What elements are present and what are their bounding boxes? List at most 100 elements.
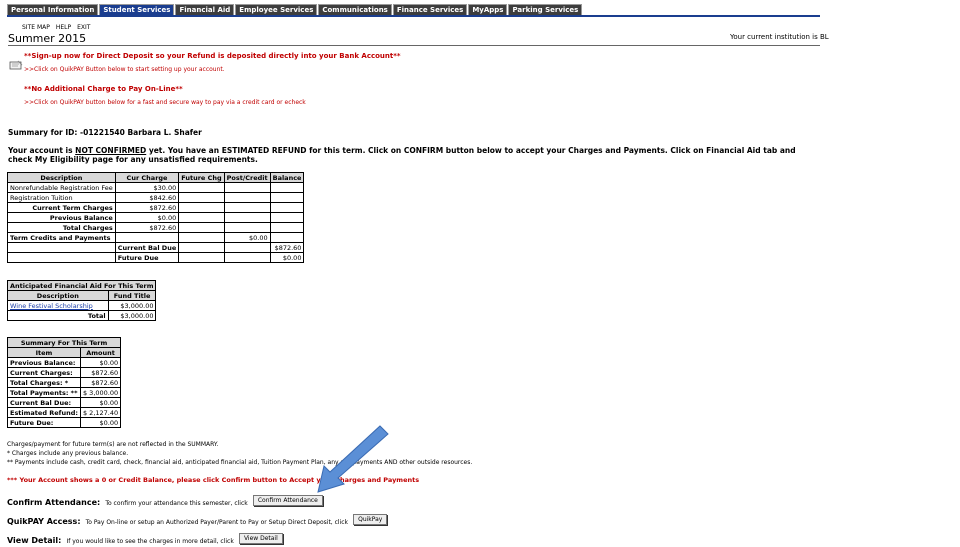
charges-header: Post/Credit — [223, 172, 271, 183]
charges-cell-future — [178, 192, 225, 203]
table-row: Current Term Charges $872.60 — [7, 202, 305, 213]
aid-row-description[interactable]: Wine Festival Scholarship — [7, 300, 109, 311]
charges-header: Future Chg — [178, 172, 225, 183]
summary-amount: $0.00 — [79, 357, 122, 368]
table-row: Registration Tuition $842.60 — [7, 192, 305, 203]
summary-item: Total Payments: ** — [7, 387, 81, 398]
charges-cell-future — [178, 222, 225, 233]
confirm-label: Confirm Attendance: — [7, 498, 101, 507]
exit-link[interactable]: EXIT — [77, 24, 90, 31]
charges-cell-post — [223, 182, 271, 193]
summary-item: Previous Balance: — [7, 357, 81, 368]
summary-amount: $ 3,000.00 — [79, 387, 122, 398]
charges-cell-cur — [114, 232, 180, 243]
table-row: Current Bal Due $872.60 — [7, 242, 305, 253]
charges-cell-post — [223, 252, 271, 263]
charges-cell-bal: $872.60 — [269, 242, 305, 253]
page-title: Summer 2015 — [8, 32, 87, 45]
direct-deposit-sub: >>Click on QuikPAY Button below to start… — [24, 66, 225, 73]
account-status-prefix: Your account is — [8, 146, 76, 155]
charges-cell-bal — [269, 212, 305, 223]
quikpay-label: QuikPAY Access: — [7, 517, 81, 526]
view-detail-row: View Detail: If you would like to see th… — [7, 528, 283, 547]
term-summary-table: Summary For This Term Item Amount Previou… — [6, 337, 122, 428]
table-row: Nonrefundable Registration Fee $30.00 — [7, 182, 305, 193]
financial-aid-title: Anticipated Financial Aid For This Term — [6, 280, 157, 291]
charges-header: Description — [7, 172, 116, 183]
charges-cell-future — [178, 202, 225, 213]
charges-cell-cur: Current Bal Due — [114, 242, 180, 253]
table-row: Total Charges $872.60 — [7, 222, 305, 233]
summary-item: Current Charges: — [7, 367, 81, 378]
charges-cell-desc — [7, 252, 116, 263]
title-divider — [8, 45, 820, 46]
summary-amount: $872.60 — [79, 367, 122, 378]
quikpay-row: QuikPAY Access: To Pay On-line or setup … — [7, 509, 388, 528]
site-map-link[interactable]: SITE MAP — [22, 24, 50, 31]
institution-note: Your current institution is BL — [730, 33, 829, 41]
table-row: Previous Balance $0.00 — [7, 212, 305, 223]
charges-cell-future — [178, 242, 225, 253]
charges-header: Cur Charge — [114, 172, 180, 183]
summary-item: Total Charges: * — [7, 377, 81, 388]
table-row: Previous Balance: $0.00 — [7, 357, 122, 368]
view-detail-desc: If you would like to see the charges in … — [66, 538, 234, 545]
summary-item: Current Bal Due: — [7, 397, 81, 408]
not-confirmed-text: NOT CONFIRMED — [75, 146, 147, 155]
charges-cell-bal — [269, 192, 305, 203]
charges-cell-post — [223, 202, 271, 213]
aid-row-amount: $3,000.00 — [107, 300, 157, 311]
charges-cell-bal: $0.00 — [269, 252, 305, 263]
pay-online-sub: >>Click on QuikPAY button below for a fa… — [24, 99, 306, 106]
table-row: Total Payments: ** $ 3,000.00 — [7, 387, 122, 398]
charges-cell-post — [223, 192, 271, 203]
aid-header-description: Description — [7, 290, 109, 301]
confirm-row: Confirm Attendance: To confirm your atte… — [7, 490, 323, 509]
charges-cell-future — [178, 252, 225, 263]
table-row: Term Credits and Payments $0.00 — [7, 232, 305, 243]
charges-cell-post — [223, 222, 271, 233]
charges-cell-cur: $872.60 — [114, 202, 180, 213]
charges-cell-cur: $0.00 — [114, 212, 180, 223]
charges-cell-cur: $30.00 — [114, 182, 180, 193]
table-row: Total Charges: * $872.60 — [7, 377, 122, 388]
charges-cell-post — [223, 242, 271, 253]
financial-aid-table: Anticipated Financial Aid For This Term … — [6, 280, 157, 321]
term-summary-title: Summary For This Term — [6, 337, 122, 348]
confirm-desc: To confirm your attendance this semester… — [105, 500, 248, 507]
table-row: Estimated Refund: $ 2,127.40 — [7, 407, 122, 418]
view-detail-button[interactable]: View Detail — [238, 533, 283, 544]
summary-header-amount: Amount — [79, 347, 122, 358]
charges-cell-bal — [269, 232, 305, 243]
charges-cell-desc: Current Term Charges — [7, 202, 116, 213]
charges-cell-cur: Future Due — [114, 252, 180, 263]
charges-cell-future — [178, 212, 225, 223]
summary-amount: $872.60 — [79, 377, 122, 388]
footnote-3: ** Payments include cash, credit card, c… — [7, 459, 473, 466]
charges-table: Description Cur Charge Future Chg Post/Cred… — [7, 172, 305, 263]
aid-total-label: Total — [7, 310, 109, 321]
charges-cell-desc: Previous Balance — [7, 212, 116, 223]
charges-cell-desc — [7, 242, 116, 253]
tab-underline — [7, 15, 820, 17]
quikpay-button[interactable]: QuikPay — [353, 514, 388, 525]
charges-cell-bal — [269, 202, 305, 213]
footnote-2: * Charges include any previous balance. — [7, 450, 129, 457]
account-status: Your account is NOT CONFIRMED yet. You h… — [8, 146, 820, 164]
summary-item: Estimated Refund: — [7, 407, 81, 418]
charges-cell-desc: Registration Tuition — [7, 192, 116, 203]
table-row: Future Due: $0.00 — [7, 417, 122, 428]
charges-cell-bal — [269, 222, 305, 233]
charges-cell-future — [178, 182, 225, 193]
pay-online-heading: **No Additional Charge to Pay On-Line** — [24, 85, 183, 93]
quikpay-desc: To Pay On-line or setup an Authorized Pa… — [85, 519, 349, 526]
direct-deposit-heading: **Sign-up now for Direct Deposit so your… — [24, 52, 401, 60]
summary-amount: $ 2,127.40 — [79, 407, 122, 418]
table-row: Future Due $0.00 — [7, 252, 305, 263]
summary-item: Future Due: — [7, 417, 81, 428]
charges-cell-cur: $872.60 — [114, 222, 180, 233]
help-link[interactable]: HELP — [56, 24, 71, 31]
charges-cell-bal — [269, 182, 305, 193]
table-row: Current Bal Due: $0.00 — [7, 397, 122, 408]
utility-links: SITE MAP HELP EXIT — [22, 24, 90, 31]
